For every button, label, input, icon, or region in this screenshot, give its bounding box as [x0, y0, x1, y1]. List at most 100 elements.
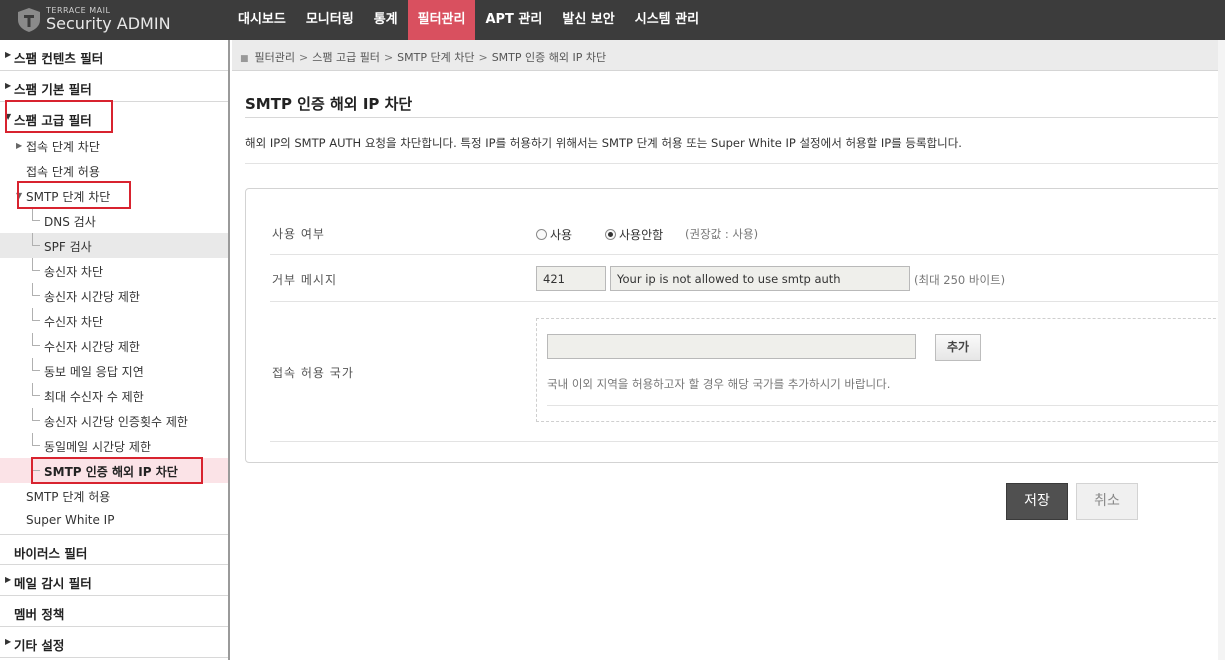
sidebar-item-connect-allow[interactable]: 접속 단계 허용	[0, 158, 228, 183]
usage-label: 사용 여부	[272, 227, 325, 241]
divider	[547, 405, 1225, 406]
collapse-arrow-icon: ▼	[5, 112, 12, 121]
expand-arrow-icon: ▶	[5, 50, 12, 59]
sidebar-group-label: 멤버 정책	[14, 607, 65, 622]
sidebar-group-label: 기타 설정	[14, 638, 65, 653]
nav-system-management[interactable]: 시스템 관리	[625, 0, 709, 40]
sidebar-group-virus[interactable]: 바이러스 필터	[0, 534, 228, 565]
breadcrumb-item: SMTP 인증 해외 IP 차단	[491, 51, 607, 64]
tree-connector-icon	[32, 233, 40, 246]
radio-label: 사용	[550, 228, 573, 242]
top-bar: TERRACE MAIL Security ADMIN 대시보드 모니터링 통계…	[0, 0, 1225, 40]
sidebar-item-super-white-ip[interactable]: Super White IP	[0, 508, 228, 533]
usage-off-radio[interactable]: 사용안함	[605, 226, 663, 243]
collapse-arrow-icon: ▼	[16, 191, 23, 200]
sidebar-group-member-policy[interactable]: 멤버 정책	[0, 596, 228, 627]
cancel-button[interactable]: 취소	[1076, 483, 1138, 520]
allowed-countries-label: 접속 허용 국가	[272, 366, 354, 380]
sidebar-item-label: DNS 검사	[44, 215, 96, 229]
sidebar-item-label: 송신자 시간당 제한	[44, 290, 140, 304]
sidebar-item-recipient-hourly-limit[interactable]: 수신자 시간당 제한	[0, 333, 228, 358]
tree-connector-icon	[32, 283, 40, 296]
sidebar-item-sender-block[interactable]: 송신자 차단	[0, 258, 228, 283]
sidebar-item-smtp-block[interactable]: ▼ SMTP 단계 차단	[0, 183, 228, 208]
sidebar-item-same-mail-limit[interactable]: 동일메일 시간당 제한	[0, 433, 228, 458]
top-nav: 대시보드 모니터링 통계 필터관리 APT 관리 발신 보안 시스템 관리	[228, 0, 709, 40]
sidebar-item-spf-check[interactable]: SPF 검사	[0, 233, 228, 258]
page-title: SMTP 인증 해외 IP 차단	[245, 95, 413, 113]
bullet-icon: ■	[240, 54, 249, 64]
sidebar-group-spam-advanced[interactable]: ▼ 스팸 고급 필터	[0, 102, 228, 133]
sidebar-item-connect-block[interactable]: ▶ 접속 단계 차단	[0, 133, 228, 158]
sidebar-item-recipient-block[interactable]: 수신자 차단	[0, 308, 228, 333]
sidebar-item-max-recipients[interactable]: 최대 수신자 수 제한	[0, 383, 228, 408]
sidebar-group-label: 스팸 고급 필터	[14, 113, 92, 128]
sidebar-item-label: 송신자 차단	[44, 265, 104, 279]
country-input[interactable]	[547, 334, 916, 359]
sidebar-item-label: 동보 메일 응답 지연	[44, 365, 144, 379]
usage-on-radio[interactable]: 사용	[536, 226, 572, 243]
tree-connector-icon	[32, 308, 40, 321]
sidebar-item-label: 송신자 시간당 인증횟수 제한	[44, 415, 188, 429]
reject-code-input[interactable]: 421	[536, 266, 606, 291]
nav-filter-management[interactable]: 필터관리	[407, 0, 476, 40]
usage-hint: (권장값 : 사용)	[685, 227, 759, 241]
sidebar-item-label: 접속 단계 허용	[26, 165, 100, 179]
divider	[245, 163, 1225, 164]
tree-connector-icon	[32, 208, 40, 221]
app-logo[interactable]: TERRACE MAIL Security ADMIN	[16, 5, 226, 35]
divider	[245, 117, 1225, 118]
radio-circle-icon	[536, 229, 547, 240]
tree-connector-icon	[32, 358, 40, 371]
expand-arrow-icon: ▶	[5, 81, 12, 90]
nav-apt-management[interactable]: APT 관리	[475, 0, 552, 40]
sidebar: ▶ 스팸 컨텐츠 필터 ▶ 스팸 기본 필터 ▼ 스팸 고급 필터 ▶ 접속 단…	[0, 40, 230, 660]
sidebar-group-label: 스팸 기본 필터	[14, 82, 92, 97]
sidebar-item-sender-auth-limit[interactable]: 송신자 시간당 인증횟수 제한	[0, 408, 228, 433]
nav-dashboard[interactable]: 대시보드	[228, 0, 296, 40]
breadcrumb-separator: >	[383, 51, 394, 64]
save-button[interactable]: 저장	[1006, 483, 1068, 520]
nav-outbound-security[interactable]: 발신 보안	[552, 0, 624, 40]
add-country-button[interactable]: 추가	[935, 334, 981, 361]
sidebar-item-label: SMTP 단계 허용	[26, 490, 111, 504]
vertical-scrollbar[interactable]	[1218, 40, 1225, 660]
sidebar-item-label: 동일메일 시간당 제한	[44, 440, 151, 454]
expand-arrow-icon: ▶	[5, 637, 12, 646]
breadcrumb-item[interactable]: 스팸 고급 필터	[312, 51, 380, 64]
breadcrumb-bar: ■ 필터관리 > 스팸 고급 필터 > SMTP 단계 차단 > SMTP 인증 해외 IP …	[232, 40, 1225, 71]
breadcrumb-item[interactable]: 필터관리	[255, 51, 295, 64]
sidebar-item-bulk-mail-delay[interactable]: 동보 메일 응답 지연	[0, 358, 228, 383]
sidebar-group-label: 메일 감시 필터	[14, 576, 92, 591]
sidebar-item-dns-check[interactable]: DNS 검사	[0, 208, 228, 233]
sidebar-item-smtp-auth-foreign-ip-block[interactable]: SMTP 인증 해외 IP 차단	[0, 458, 228, 483]
sidebar-group-label: 바이러스 필터	[14, 546, 88, 561]
page-description: 해외 IP의 SMTP AUTH 요청을 차단합니다. 특정 IP를 허용하기 …	[245, 136, 962, 150]
tree-connector-icon	[32, 333, 40, 346]
sidebar-group-other-settings[interactable]: ▶ 기타 설정	[0, 627, 228, 658]
tree-connector-icon	[32, 408, 40, 421]
nav-statistics[interactable]: 통계	[364, 0, 408, 40]
sidebar-item-label: SMTP 단계 차단	[26, 190, 111, 204]
sidebar-item-label: 최대 수신자 수 제한	[44, 390, 144, 404]
sidebar-item-label: 접속 단계 차단	[26, 140, 100, 154]
sidebar-item-label: 수신자 시간당 제한	[44, 340, 140, 354]
sidebar-group-spam-basic[interactable]: ▶ 스팸 기본 필터	[0, 71, 228, 102]
nav-monitoring[interactable]: 모니터링	[296, 0, 364, 40]
expand-arrow-icon: ▶	[5, 575, 12, 584]
allowed-countries-help: 국내 이외 지역을 허용하고자 할 경우 해당 국가를 추가하시기 바랍니다.	[547, 377, 891, 391]
row-divider	[270, 254, 1225, 255]
sidebar-group-spam-content[interactable]: ▶ 스팸 컨텐츠 필터	[0, 40, 228, 71]
sidebar-item-smtp-allow[interactable]: SMTP 단계 허용	[0, 483, 228, 508]
reject-message-input[interactable]: Your ip is not allowed to use smtp auth	[610, 266, 910, 291]
reject-message-label: 거부 메시지	[272, 273, 338, 287]
sidebar-group-mail-monitor[interactable]: ▶ 메일 감시 필터	[0, 565, 228, 596]
sidebar-item-sender-hourly-limit[interactable]: 송신자 시간당 제한	[0, 283, 228, 308]
radio-checked-icon	[605, 229, 616, 240]
breadcrumb-item[interactable]: SMTP 단계 차단	[397, 51, 474, 64]
sidebar-item-label: 수신자 차단	[44, 315, 104, 329]
row-divider	[270, 441, 1225, 442]
tree-connector-icon	[32, 458, 40, 471]
breadcrumb-separator: >	[299, 51, 309, 64]
tree-connector-icon	[32, 258, 40, 271]
